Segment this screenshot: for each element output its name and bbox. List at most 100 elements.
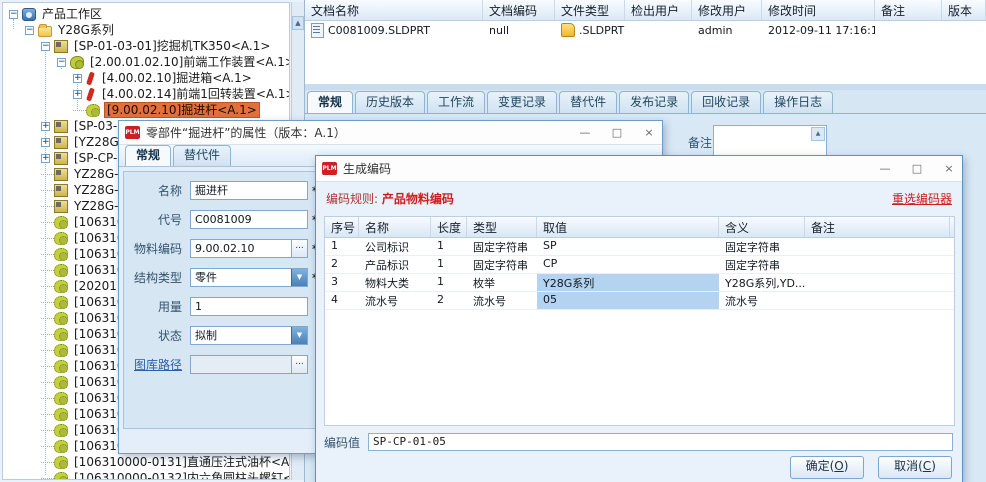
code-table-column-header[interactable]: 备注 <box>805 217 950 237</box>
document-cell: .SLDPRT <box>555 23 625 37</box>
doc-column-header[interactable]: 文档名称 <box>305 0 483 20</box>
doc-column-header[interactable]: 修改用户 <box>692 0 762 20</box>
maximize-icon[interactable]: □ <box>910 159 924 179</box>
code-table-column-header[interactable]: 长度 <box>431 217 467 237</box>
tree-item[interactable]: − 产品工作区 <box>3 6 289 22</box>
doc-column-header[interactable]: 版本 <box>942 0 986 20</box>
tree-expander[interactable]: − <box>25 26 34 35</box>
scroll-up-icon[interactable]: ▲ <box>292 16 304 30</box>
tree-expander[interactable]: − <box>41 42 50 51</box>
tree-item[interactable]: − Y28G系列 <box>3 22 289 38</box>
cancel-button[interactable]: 取消(C) <box>878 456 952 479</box>
doc-column-header[interactable]: 备注 <box>875 0 942 20</box>
detail-tab-4[interactable]: 替代件 <box>559 91 617 113</box>
doc-column-header[interactable]: 修改时间 <box>762 0 875 20</box>
tree-connector <box>41 238 54 239</box>
tree-item[interactable]: −[2.00.01.02.10]前端工作装置<A.1> <box>3 54 289 70</box>
tree-connector <box>41 350 54 351</box>
machine-icon <box>54 168 68 181</box>
tree-expander[interactable]: + <box>41 122 50 131</box>
reselect-encoder-link[interactable]: 重选编码器 <box>892 190 952 207</box>
tree-expander[interactable]: − <box>9 10 18 19</box>
gear-icon <box>86 104 100 117</box>
properties-tab-1[interactable]: 替代件 <box>173 145 231 166</box>
code-table-row[interactable]: 4流水号2流水号05流水号 <box>325 292 954 310</box>
field-label[interactable]: 图库路径 <box>124 356 182 373</box>
code-table-row[interactable]: 3物料大类1枚举Y28G系列Y28G系列,YD... <box>325 274 954 292</box>
code-table-cell: SP <box>537 238 719 255</box>
code-table-cell: CP <box>537 256 719 273</box>
maximize-icon[interactable]: □ <box>610 123 624 143</box>
code-table-cell <box>805 238 950 255</box>
tree-item[interactable]: +[4.00.02.14]前端1回转装置<A.1> <box>3 86 289 102</box>
picker-button[interactable]: ... <box>291 240 307 257</box>
tree-expander[interactable]: − <box>57 58 66 67</box>
detail-tab-7[interactable]: 操作日志 <box>763 91 833 113</box>
tree-expander[interactable]: + <box>73 90 82 99</box>
detail-tab-2[interactable]: 工作流 <box>427 91 485 113</box>
code-value-input[interactable]: SP-CP-01-05 <box>368 433 953 451</box>
properties-tab-0[interactable]: 常规 <box>125 145 171 166</box>
dropdown-button[interactable]: ▼ <box>291 269 307 286</box>
detail-tab-3[interactable]: 变更记录 <box>487 91 557 113</box>
field-input[interactable]: 9.00.02.10... <box>190 239 308 258</box>
gear-icon <box>54 312 68 325</box>
tree-item[interactable]: −[SP-01-03-01]挖掘机TK350<A.1> <box>3 38 289 54</box>
gear-icon <box>54 264 68 277</box>
tree-item[interactable]: +[4.00.02.10]掘进箱<A.1> <box>3 70 289 86</box>
spinner-up-icon[interactable]: ▲ <box>811 127 825 141</box>
code-rule-table-body: 1公司标识1固定字符串SP固定字符串2产品标识1固定字符串CP固定字符串3物料大… <box>325 238 954 310</box>
tree-item[interactable]: [106310000-0131]直通压注式油杯<A.1> <box>3 454 289 470</box>
gear-icon <box>54 296 68 309</box>
tree-item-label: 产品工作区 <box>40 7 104 21</box>
tree-item[interactable]: [106310000-0132]内六角圆柱头螺钉<A.1 <box>3 470 289 480</box>
tree-expander[interactable]: + <box>41 138 50 147</box>
gear-icon <box>54 328 68 341</box>
field-label: 结构类型 <box>124 269 182 286</box>
tree-item-label: Y28G系列 <box>56 23 116 37</box>
doc-column-header[interactable]: 检出用户 <box>625 0 692 20</box>
code-table-column-header[interactable]: 序号 <box>325 217 359 237</box>
code-table-cell <box>805 256 950 273</box>
detail-tab-0[interactable]: 常规 <box>307 91 353 113</box>
code-table-cell: 固定字符串 <box>467 238 537 255</box>
ok-button[interactable]: 确定(O) <box>790 456 864 479</box>
code-table-column-header[interactable]: 类型 <box>467 217 537 237</box>
field-input[interactable]: 零件▼ <box>190 268 308 287</box>
dropdown-button[interactable]: ▼ <box>291 327 307 344</box>
doc-column-header[interactable]: 文件类型 <box>555 0 625 20</box>
doc-column-header[interactable]: 文档编码 <box>483 0 555 20</box>
field-input[interactable]: 拟制▼ <box>190 326 308 345</box>
tree-expander[interactable]: + <box>73 74 82 83</box>
code-table-cell: 流水号 <box>359 292 431 309</box>
minimize-icon[interactable]: — <box>578 123 592 143</box>
picker-button[interactable]: ... <box>291 356 307 373</box>
tree-item[interactable]: [9.00.02.10]掘进杆<A.1> <box>3 102 289 118</box>
machine-icon <box>54 40 68 53</box>
code-table-cell: 流水号 <box>467 292 537 309</box>
minimize-icon[interactable]: — <box>878 159 892 179</box>
detail-tab-5[interactable]: 发布记录 <box>619 91 689 113</box>
plm-app-icon: PLM <box>125 126 140 139</box>
code-value-row: 编码值 SP-CP-01-05 <box>324 432 953 452</box>
field-input[interactable]: 1 <box>190 297 308 316</box>
close-icon[interactable]: × <box>942 159 956 179</box>
field-input[interactable]: C0081009 <box>190 210 308 229</box>
document-row[interactable]: C0081009.SLDPRTnull.SLDPRTadmin2012-09-1… <box>305 21 986 39</box>
tree-expander[interactable]: + <box>41 154 50 163</box>
code-table-row[interactable]: 1公司标识1固定字符串SP固定字符串 <box>325 238 954 256</box>
close-icon[interactable]: × <box>642 123 656 143</box>
code-rule-table: 序号名称长度类型取值含义备注 1公司标识1固定字符串SP固定字符串2产品标识1固… <box>324 216 955 426</box>
detail-tab-6[interactable]: 回收记录 <box>691 91 761 113</box>
code-table-column-header[interactable]: 含义 <box>719 217 805 237</box>
tree-connector <box>41 382 54 383</box>
field-input[interactable]: ... <box>190 355 308 374</box>
code-table-row[interactable]: 2产品标识1固定字符串CP固定字符串 <box>325 256 954 274</box>
detail-tab-1[interactable]: 历史版本 <box>355 91 425 113</box>
code-table-cell: 1 <box>325 238 359 255</box>
code-table-cell: 2 <box>431 292 467 309</box>
code-table-column-header[interactable]: 取值 <box>537 217 719 237</box>
note-input[interactable]: ▲ <box>713 125 827 159</box>
field-input[interactable]: 掘进杆 <box>190 181 308 200</box>
code-table-column-header[interactable]: 名称 <box>359 217 431 237</box>
